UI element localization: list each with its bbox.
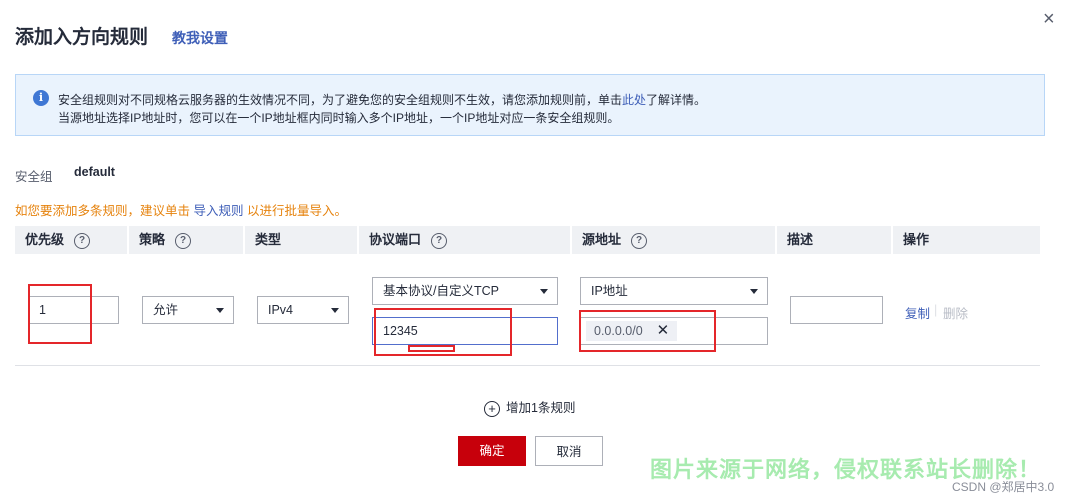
import-hint: 如您要添加多条规则，建议单击 导入规则 以进行批量导入。 (15, 204, 347, 218)
info-icon: i (33, 90, 49, 106)
th-source: 源地址? (570, 226, 775, 254)
details-link[interactable]: 此处 (622, 93, 646, 107)
import-rules-link[interactable]: 导入规则 (193, 204, 243, 218)
chevron-down-icon (216, 308, 224, 313)
help-icon[interactable]: ? (74, 232, 91, 249)
th-policy: 策略? (127, 226, 243, 254)
info-notice: i 安全组规则对不同规格云服务器的生效情况不同，为了避免您的安全组规则不生效，请… (15, 74, 1045, 136)
add-rule-button[interactable]: + 增加1条规则 (484, 397, 575, 417)
th-description: 描述 (775, 226, 891, 254)
table-header: 优先级? 策略? 类型 协议端口? 源地址? 描述 操作 (15, 226, 1040, 254)
description-input[interactable] (790, 296, 883, 324)
annotation-box (28, 284, 92, 344)
annotation-box (579, 310, 716, 352)
op-separator: | (934, 303, 938, 317)
security-group-value: default (74, 165, 115, 179)
chevron-down-icon (540, 289, 548, 294)
help-icon[interactable]: ? (631, 232, 648, 249)
help-icon[interactable]: ? (175, 232, 192, 249)
chevron-down-icon (331, 308, 339, 313)
th-operation: 操作 (891, 226, 1040, 254)
help-link[interactable]: 教我设置 (172, 28, 228, 48)
source-type-select[interactable]: IP地址 (580, 277, 768, 305)
plus-circle-icon: + (484, 400, 500, 417)
th-priority: 优先级? (15, 226, 127, 254)
confirm-button[interactable]: 确定 (458, 436, 526, 466)
security-group-label: 安全组 (15, 170, 53, 184)
source-credit: CSDN @郑居中3.0 (952, 480, 1055, 494)
protocol-select[interactable]: 基本协议/自定义TCP (372, 277, 558, 305)
help-icon[interactable]: ? (431, 232, 448, 249)
notice-line-1: 安全组规则对不同规格云服务器的生效情况不同，为了避免您的安全组规则不生效，请您添… (58, 93, 707, 107)
copy-link[interactable]: 复制 (905, 303, 930, 322)
cancel-button[interactable]: 取消 (535, 436, 603, 466)
th-type: 类型 (243, 226, 357, 254)
notice-line-2: 当源地址选择IP地址时，您可以在一个IP地址框内同时输入多个IP地址，一个IP地… (58, 111, 620, 125)
row-divider (15, 365, 1040, 366)
delete-link[interactable]: 删除 (943, 303, 968, 322)
annotation-box (408, 345, 455, 352)
close-icon[interactable]: × (1043, 8, 1055, 31)
chevron-down-icon (750, 289, 758, 294)
policy-select[interactable]: 允许 (142, 296, 234, 324)
type-select[interactable]: IPv4 (257, 296, 349, 324)
th-protocol-port: 协议端口? (357, 226, 570, 254)
dialog-title: 添加入方向规则 (15, 27, 149, 48)
